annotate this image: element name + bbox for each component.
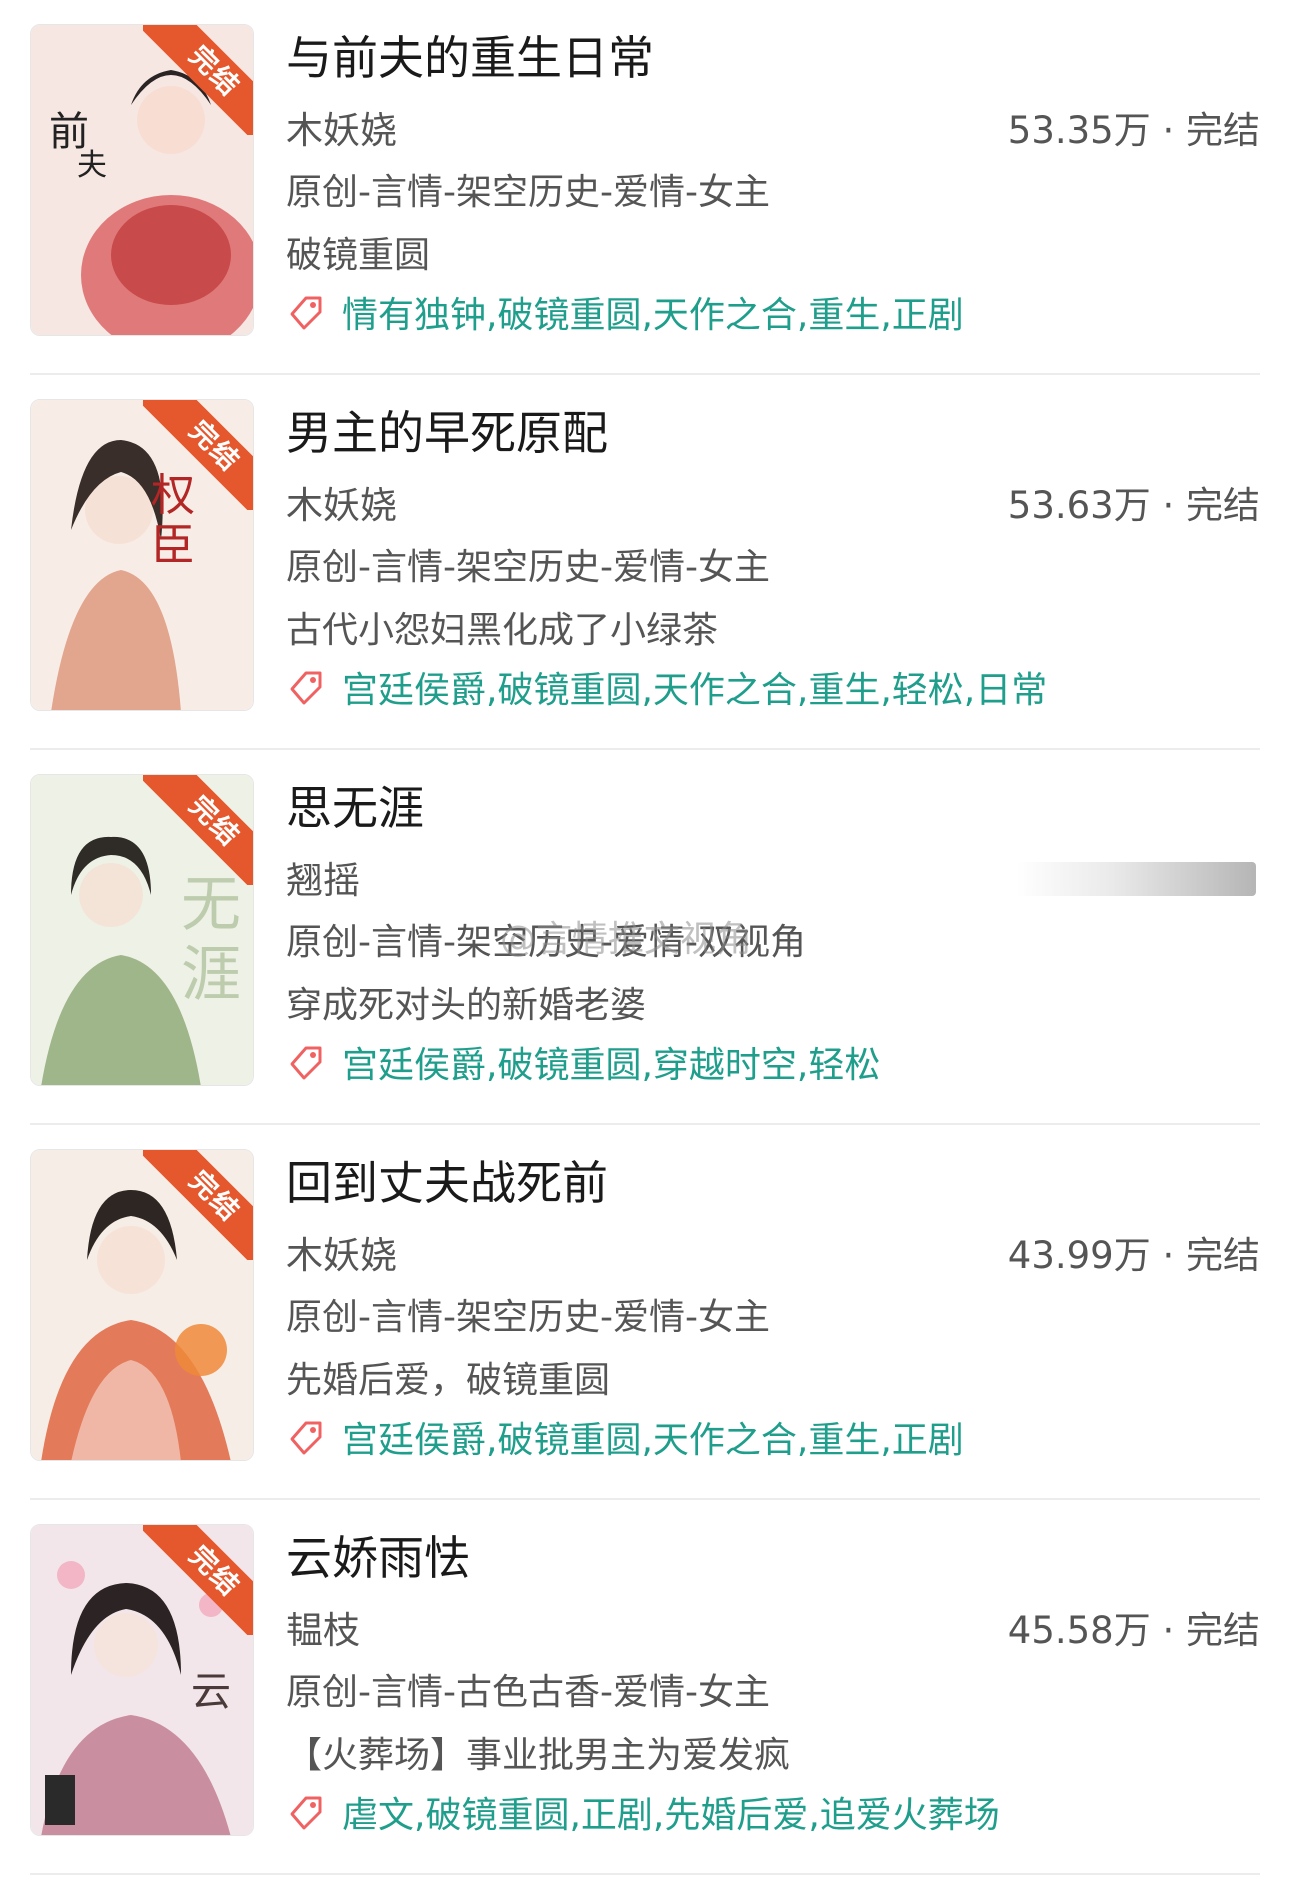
tag-row: 虐文,破镜重圆,正剧,先婚后爱,追爱火葬场 [286,1788,1000,1836]
book-tags[interactable]: 情有独钟,破镜重圆,天作之合,重生,正剧 [342,286,964,338]
book-genre: 原创-言情-架空历史-爱情-女主 [286,547,770,588]
book-title[interactable]: 云娇雨怯 [286,1522,470,1588]
obscured-word-count [1016,862,1256,896]
book-author[interactable]: 木妖娆 [286,100,397,154]
book-cover[interactable]: 完结 [30,1149,254,1461]
svg-text:臣: 臣 [151,520,195,571]
book-genre: 原创-言情-架空历史-爱情-女主 [286,1297,770,1338]
book-author[interactable]: 翘摇 [286,850,360,904]
book-cover[interactable]: 云 完结 [30,1524,254,1836]
book-title[interactable]: 与前夫的重生日常 [286,22,654,88]
tag-row: 宫廷侯爵,破镜重圆,穿越时空,轻松 [286,1038,880,1086]
book-title[interactable]: 回到丈夫战死前 [286,1147,608,1213]
completed-badge: 完结 [143,1150,253,1260]
tag-icon [290,1046,322,1080]
tag-icon [290,1421,322,1455]
book-list-item[interactable]: 权 臣 完结 男主的早死原配 木妖娆 53.63万 · 完结 原创-言情-架空历… [0,375,1290,750]
completed-badge-label: 完结 [143,1150,253,1260]
book-author[interactable]: 木妖娆 [286,1225,397,1279]
divider [30,1873,1260,1875]
word-count-status: 43.99万 · 完结 [1007,1234,1260,1277]
completed-badge: 完结 [143,775,253,885]
completed-badge: 完结 [143,1525,253,1635]
watermark: @言情推文视角 [500,919,753,960]
book-title[interactable]: 思无涯 [286,772,424,838]
book-author[interactable]: 木妖娆 [286,475,397,529]
word-count-status: 53.35万 · 完结 [1007,109,1260,152]
book-summary: 先婚后爱，破镜重圆 [286,1360,611,1401]
book-cover[interactable]: 权 臣 完结 [30,399,254,711]
book-summary: 穿成死对头的新婚老婆 [286,985,647,1026]
word-count-status: 45.58万 · 完结 [1007,1609,1260,1652]
book-summary: 破镜重圆 [286,235,431,276]
completed-badge-label: 完结 [143,1525,253,1635]
book-genre: 原创-言情-古色古香-爱情-女主 [286,1672,770,1713]
tag-icon [290,296,322,330]
tag-icon [290,1796,322,1830]
completed-badge: 完结 [143,25,253,135]
book-cover[interactable]: 前 夫 完结 [30,24,254,336]
book-tags[interactable]: 宫廷侯爵,破镜重圆,穿越时空,轻松 [342,1036,880,1088]
book-tags[interactable]: 宫廷侯爵,破镜重圆,天作之合,重生,正剧 [342,1411,964,1463]
tag-row: 情有独钟,破镜重圆,天作之合,重生,正剧 [286,288,964,336]
book-summary: 【火葬场】事业批男主为爱发疯 [286,1735,791,1776]
word-count-status: 53.63万 · 完结 [1007,484,1260,527]
book-cover[interactable]: 无 涯 完结 [30,774,254,1086]
svg-text:夫: 夫 [77,148,107,183]
book-title[interactable]: 男主的早死原配 [286,397,608,463]
book-tags[interactable]: 宫廷侯爵,破镜重圆,天作之合,重生,轻松,日常 [342,661,1047,713]
tag-row: 宫廷侯爵,破镜重圆,天作之合,重生,轻松,日常 [286,663,1047,711]
completed-badge-label: 完结 [143,775,253,885]
completed-badge: 完结 [143,400,253,510]
book-summary: 古代小怨妇黑化成了小绿茶 [286,610,719,651]
svg-text:涯: 涯 [181,940,241,1010]
completed-badge-label: 完结 [143,400,253,510]
book-author[interactable]: 韫枝 [286,1600,360,1654]
book-list-item[interactable]: 云 完结 云娇雨怯 韫枝 45.58万 · 完结 原创-言情-古色古香-爱情-女… [0,1500,1290,1875]
completed-badge-label: 完结 [143,25,253,135]
book-list-item[interactable]: 完结 回到丈夫战死前 木妖娆 43.99万 · 完结 原创-言情-架空历史-爱情… [0,1125,1290,1500]
book-tags[interactable]: 虐文,破镜重圆,正剧,先婚后爱,追爱火葬场 [342,1786,1000,1838]
svg-text:云: 云 [191,1669,231,1715]
tag-row: 宫廷侯爵,破镜重圆,天作之合,重生,正剧 [286,1413,964,1461]
book-genre: 原创-言情-架空历史-爱情-女主 [286,172,770,213]
book-list-item[interactable]: 前 夫 完结 与前夫的重生日常 木妖娆 53.35万 · 完结 原创-言情-架空… [0,0,1290,375]
tag-icon [290,671,322,705]
